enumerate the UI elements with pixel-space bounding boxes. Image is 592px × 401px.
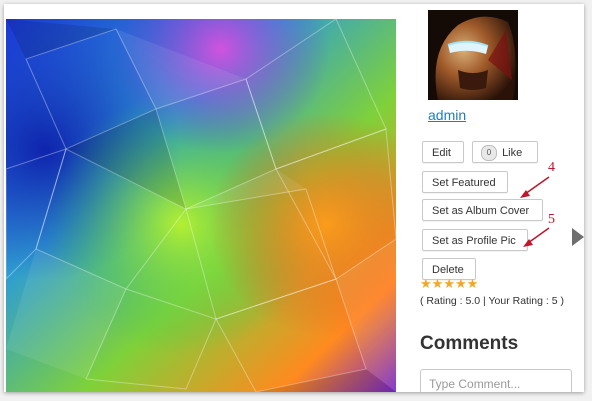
photo-viewer: admin Edit 0 Like Set Featured Set as Al… — [4, 4, 584, 392]
annotation-label-5: 5 — [548, 212, 555, 227]
next-photo-arrow-icon[interactable] — [572, 228, 584, 251]
annotation-arrows — [520, 176, 550, 247]
annotation-label-4: 4 — [548, 160, 555, 175]
